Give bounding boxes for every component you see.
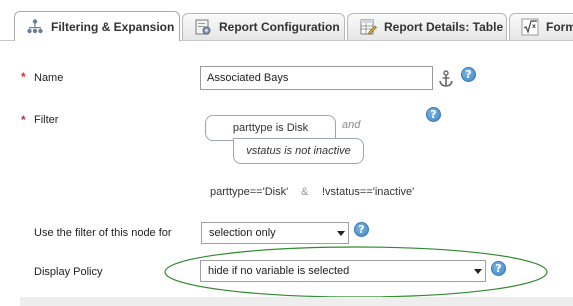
required-marker: *: [21, 113, 26, 127]
section-footer: [20, 297, 573, 306]
display-policy-label: Display Policy: [34, 266, 103, 278]
tab-form[interactable]: x Form: [509, 13, 573, 40]
filter-expression-part2: !vstatus=='inactive': [322, 186, 415, 198]
filter-label: Filter: [34, 114, 59, 126]
svg-text:x: x: [532, 23, 536, 30]
chevron-down-icon: [334, 230, 348, 236]
tab-filtering-expansion[interactable]: Filtering & Expansion: [14, 11, 180, 41]
tab-report-details-table[interactable]: Report Details: Table: [347, 13, 507, 40]
filter-term-vstatus[interactable]: vstatus is not inactive: [233, 138, 364, 164]
filter-term-text: vstatus is not inactive: [246, 145, 351, 157]
required-marker: *: [21, 70, 26, 84]
anchor-icon[interactable]: [438, 70, 454, 88]
table-edit-icon: [360, 19, 377, 35]
name-label: Name: [34, 72, 64, 84]
tab-report-configuration[interactable]: Report Configuration: [182, 13, 345, 40]
highlight-ellipse: [164, 246, 548, 298]
hierarchy-icon: [27, 18, 43, 33]
name-input[interactable]: [200, 66, 433, 90]
filter-expression-and: &: [301, 186, 309, 198]
tab-label: Report Configuration: [219, 20, 340, 34]
settings-icon: [195, 19, 211, 35]
use-filter-label: Use the filter of this node for: [34, 227, 172, 239]
select-value: selection only: [209, 227, 276, 239]
name-help-icon[interactable]: ?: [461, 67, 476, 82]
filter-conjunction: and: [342, 119, 361, 131]
tab-label: Form: [546, 20, 573, 34]
formula-icon: x: [521, 18, 539, 36]
use-filter-help-icon[interactable]: ?: [354, 222, 369, 237]
tab-label: Report Details: Table: [384, 20, 504, 34]
filter-help-icon[interactable]: ?: [426, 107, 441, 122]
tab-label: Filtering & Expansion: [51, 19, 175, 34]
tab-bar: Filtering & Expansion Report Configurati…: [0, 0, 573, 41]
filter-expression-part1: parttype=='Disk': [210, 186, 289, 198]
use-filter-select[interactable]: selection only: [201, 222, 349, 244]
filter-term-text: parttype is Disk: [232, 122, 309, 134]
